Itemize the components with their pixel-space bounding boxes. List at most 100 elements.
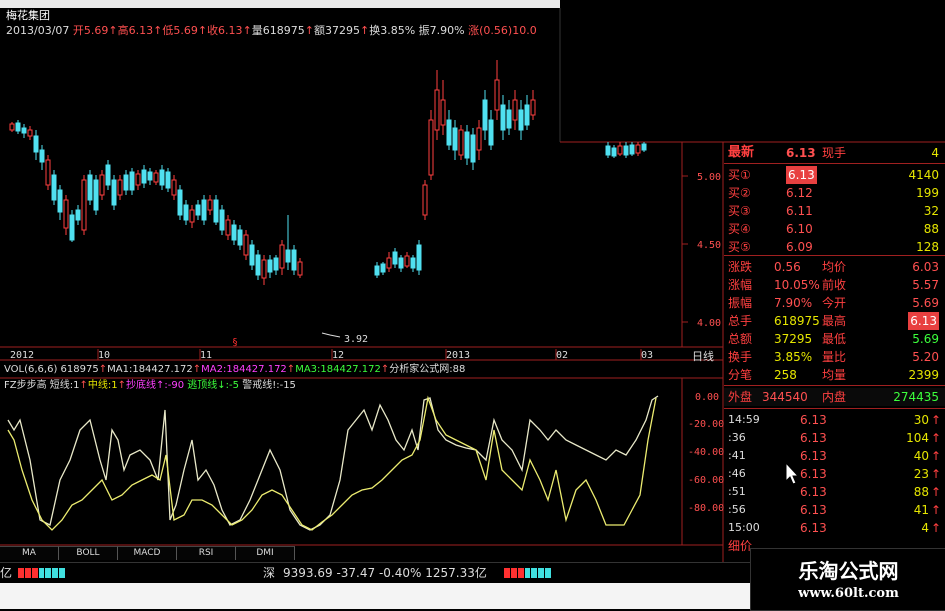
candle-body [285, 249, 291, 263]
tick-price: 6.13 [800, 485, 827, 499]
short-line [7, 395, 659, 531]
legend-segment: 分析家公式网:88 [389, 364, 466, 375]
watermark: 乐淘公式网 www.60lt.com [750, 548, 945, 611]
sz-index-data[interactable]: 9393.69 -37.47 -0.40% 1257.33亿 [283, 563, 487, 583]
candle-body [512, 99, 518, 121]
candle-body [69, 214, 75, 241]
date-tick: 10 [98, 350, 110, 361]
stat-label: 振幅 [728, 296, 753, 310]
candle-body [195, 204, 201, 216]
tick-time: :41 [728, 449, 746, 462]
tick-time: :51 [728, 485, 746, 498]
candle-body [129, 171, 135, 191]
ind-tick: -60.00 [688, 475, 724, 486]
candle-body [380, 263, 386, 273]
tick-price: 6.13 [800, 467, 827, 481]
ind-tick: -40.00 [688, 447, 724, 458]
candle-body [398, 257, 404, 269]
stat-label: 今开 [822, 296, 847, 310]
candle-body [392, 251, 398, 265]
candle-body [105, 164, 111, 186]
tick-row: :46 6.13 23 ↑ [724, 465, 945, 483]
tick-row: :56 6.13 41 ↑ [724, 501, 945, 519]
candle-body [237, 229, 243, 246]
candle-body [51, 174, 57, 201]
period-label[interactable]: 日线 [692, 349, 714, 363]
legend-segment: ↑ [117, 380, 127, 391]
tick-time: :36 [728, 431, 746, 444]
candle-body [404, 255, 410, 267]
candle-body [261, 259, 267, 279]
tab-ma[interactable]: MA [0, 546, 59, 560]
tick-row: 14:59 6.13 30 ↑ [724, 411, 945, 429]
indicator-tabs: MA BOLL MACD RSI DMI [0, 546, 723, 560]
ind-tick: -80.00 [688, 503, 724, 514]
inner-label: 内盘 [822, 390, 847, 404]
tick-row: :51 6.13 88 ↑ [724, 483, 945, 501]
tab-rsi[interactable]: RSI [177, 546, 236, 560]
candle-body [75, 209, 81, 221]
legend-segment: 逃顶线↓:-5 [184, 380, 240, 391]
legend-segment: MA2:184427.172 [201, 364, 287, 375]
sz-index: 9393.69 [283, 566, 333, 580]
candle-body [374, 265, 380, 276]
stat-value: 5.57 [912, 278, 939, 292]
stat-value: 6.13 [908, 312, 939, 330]
legend-segment: ↑ [98, 364, 108, 375]
candle-body [189, 209, 195, 223]
tick-volume: 41 [913, 503, 929, 517]
stat-label: 量比 [822, 350, 847, 364]
stat-label: 总手 [728, 314, 753, 328]
candle-body [470, 134, 476, 163]
candle-body [87, 174, 93, 201]
candle-body [494, 79, 500, 111]
tick-volume: 23 [913, 467, 929, 481]
candle-body [93, 179, 99, 211]
legend-segment: 短线:1 [49, 380, 80, 391]
candle-body [231, 224, 237, 241]
candle-body [117, 179, 123, 196]
legend-segment: ↑ [192, 364, 202, 375]
bid-volume: 88 [923, 222, 939, 236]
candle-body [249, 244, 255, 266]
bid-row: 买② 6.12 199 [724, 184, 945, 202]
candle-body [135, 173, 141, 186]
bid-price: 6.12 [786, 186, 813, 200]
footer-label[interactable]: 细价 [728, 537, 752, 555]
outer-inner-row: 外盘 344540 内盘 274435 [724, 388, 945, 406]
candle-body [279, 244, 285, 269]
tick-row: :36 6.13 104 ↑ [724, 429, 945, 447]
candle-body [213, 199, 219, 223]
tab-boll[interactable]: BOLL [59, 546, 118, 560]
sz-label: 深 [263, 566, 276, 580]
bid-row: 买① 6.13 4140 [724, 166, 945, 184]
candle-body [111, 179, 117, 206]
candle-body [153, 172, 159, 183]
stat-value: 10.05% [774, 278, 820, 292]
tab-macd[interactable]: MACD [118, 546, 177, 560]
candle-body [207, 199, 213, 211]
low-marker: 3.92 [344, 334, 368, 345]
bid-row: 买④ 6.10 88 [724, 220, 945, 238]
candle-body [63, 199, 69, 229]
status-prefix: 亿 [0, 566, 13, 580]
candle-body [458, 129, 464, 156]
date-tick: 2013 [446, 350, 470, 361]
outer-label: 外盘 [728, 390, 753, 404]
watermark-title: 乐淘公式网 [798, 559, 899, 583]
date-tick: 11 [200, 350, 212, 361]
quote-panel: 最新 6.13 现手 4 买① 6.13 4140 买② 6.12 199 买③ 6.11 32… [724, 142, 945, 553]
legend-segment: FZ步步高 [4, 380, 50, 391]
candle-body [422, 184, 428, 216]
tick-price: 6.13 [800, 431, 827, 445]
tick-volume: 104 [906, 431, 929, 445]
stat-row: 分笔 258 均量 2399 [724, 366, 945, 384]
legend-segment: MA3:184427.172 [295, 364, 381, 375]
stat-value: 5.20 [912, 350, 939, 364]
tick-up-icon: ↑ [930, 485, 941, 499]
candle-body [482, 99, 488, 131]
candle-body [81, 179, 87, 231]
stat-value: 7.90% [774, 296, 813, 310]
tab-dmi[interactable]: DMI [236, 546, 295, 560]
sz-amount: 1257.33亿 [425, 566, 487, 580]
